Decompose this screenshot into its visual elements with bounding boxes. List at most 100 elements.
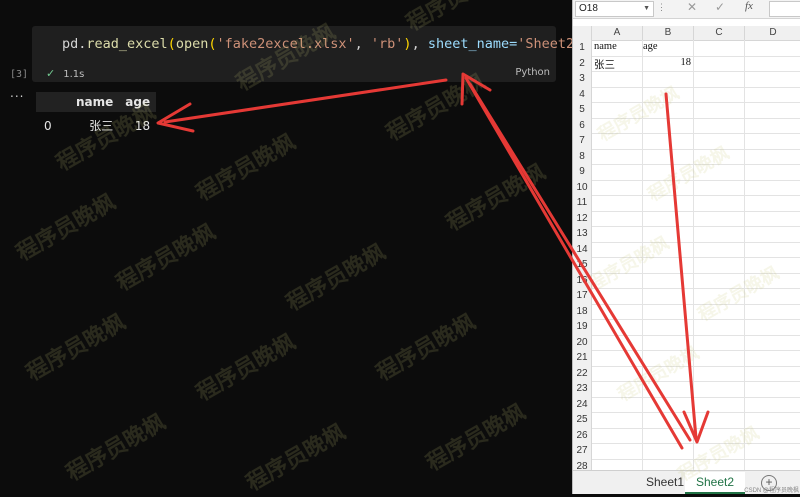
- row-number[interactable]: 25: [573, 412, 592, 428]
- sheet-row[interactable]: 23: [573, 381, 800, 398]
- watermark: 程序员晚枫: [112, 219, 221, 297]
- language-label[interactable]: Python: [515, 67, 550, 78]
- cell-name: 张三: [89, 119, 114, 133]
- sheet-row[interactable]: 1 name age: [573, 40, 800, 57]
- drag-handle-icon[interactable]: ⋮: [657, 2, 666, 13]
- row-number[interactable]: 27: [573, 443, 592, 459]
- row-number[interactable]: 8: [573, 148, 592, 164]
- row-number[interactable]: 17: [573, 288, 592, 304]
- success-check-icon: ✓: [46, 67, 56, 80]
- row-number[interactable]: 3: [573, 71, 592, 87]
- notebook-panel: [3] ... pd.read_excel(open('fake2excel.x…: [0, 0, 590, 496]
- sheet-row[interactable]: 12: [573, 210, 800, 227]
- sheet-row[interactable]: 4: [573, 86, 800, 103]
- more-actions[interactable]: ...: [10, 86, 24, 100]
- watermark-text: CSDN @程序员晚枫: [744, 488, 799, 494]
- sheet-row[interactable]: 16: [573, 272, 800, 289]
- row-number[interactable]: 1: [573, 40, 592, 56]
- sheet-row[interactable]: 3: [573, 71, 800, 88]
- watermark: 程序员晚枫: [192, 129, 301, 207]
- sheet-row[interactable]: 15: [573, 257, 800, 274]
- sheet-row[interactable]: 19: [573, 319, 800, 336]
- sheet-tab-sheet2[interactable]: Sheet2: [685, 472, 745, 494]
- dataframe-output: name age 0 张三 18: [36, 92, 157, 139]
- row-number[interactable]: 9: [573, 164, 592, 180]
- sheet-row[interactable]: 13: [573, 226, 800, 243]
- execution-count: [3]: [10, 69, 29, 80]
- row-number[interactable]: 11: [573, 195, 592, 211]
- sheet-row[interactable]: 22: [573, 365, 800, 382]
- watermark: 程序员晚枫: [22, 309, 131, 387]
- watermark: 程序员晚枫: [372, 309, 481, 387]
- watermark: 程序员晚枫: [62, 409, 171, 487]
- row-number[interactable]: 12: [573, 210, 592, 226]
- sheet-row[interactable]: 5: [573, 102, 800, 119]
- row-number[interactable]: 5: [573, 102, 592, 118]
- row-number[interactable]: 20: [573, 334, 592, 350]
- row-number[interactable]: 23: [573, 381, 592, 397]
- cell-a1[interactable]: name: [594, 41, 617, 52]
- row-index: 0: [44, 118, 52, 133]
- sheet-tab-sheet1[interactable]: Sheet1: [639, 472, 691, 492]
- cell-age: 18: [134, 118, 151, 133]
- sheet-row[interactable]: 20: [573, 334, 800, 351]
- index-header: [36, 92, 70, 112]
- row-number[interactable]: 16: [573, 272, 592, 288]
- insert-function-icon[interactable]: fx: [745, 0, 753, 12]
- row-number[interactable]: 10: [573, 179, 592, 195]
- select-all-corner[interactable]: [573, 26, 592, 41]
- column-header-b[interactable]: B: [643, 26, 694, 41]
- sheet-row[interactable]: 17: [573, 288, 800, 305]
- watermark: 程序员晚枫: [192, 329, 301, 407]
- row-number[interactable]: 26: [573, 427, 592, 443]
- column-header-age: age: [125, 95, 151, 109]
- row-number[interactable]: 18: [573, 303, 592, 319]
- row-number[interactable]: 15: [573, 257, 592, 273]
- code-text[interactable]: pd.read_excel(open('fake2excel.xlsx', 'r…: [62, 36, 590, 52]
- sheet-row[interactable]: 9: [573, 164, 800, 181]
- cell-status: ✓ 1.1s: [46, 67, 84, 80]
- column-header-name: name: [76, 95, 114, 109]
- row-number[interactable]: 21: [573, 350, 592, 366]
- cell-b1[interactable]: age: [643, 41, 658, 52]
- dataframe-header-row: name age: [36, 92, 157, 112]
- column-header-a[interactable]: A: [592, 26, 643, 41]
- formula-bar: O18 ▼ ⋮ ✕ ✓ fx: [573, 0, 800, 19]
- sheet-row[interactable]: 25: [573, 412, 800, 429]
- row-number[interactable]: 6: [573, 117, 592, 133]
- row-number[interactable]: 24: [573, 396, 592, 412]
- cell-b2[interactable]: 18: [673, 57, 692, 68]
- row-number[interactable]: 19: [573, 319, 592, 335]
- row-number[interactable]: 22: [573, 365, 592, 381]
- row-number[interactable]: 7: [573, 133, 592, 149]
- sheet-row[interactable]: 6: [573, 117, 800, 134]
- sheet-row[interactable]: 2 张三 18: [573, 55, 800, 72]
- sheet-row[interactable]: 14: [573, 241, 800, 258]
- enter-icon[interactable]: ✓: [715, 0, 725, 14]
- code-cell[interactable]: pd.read_excel(open('fake2excel.xlsx', 'r…: [32, 26, 590, 82]
- sheet-row[interactable]: 7: [573, 133, 800, 150]
- excel-window: O18 ▼ ⋮ ✕ ✓ fx A B C D 1 name age 2 张三 18 3 4 5 6 7…: [572, 0, 800, 494]
- sheet-row[interactable]: 11: [573, 195, 800, 212]
- sheet-row[interactable]: 10: [573, 179, 800, 196]
- row-number[interactable]: 14: [573, 241, 592, 257]
- row-number[interactable]: 2: [573, 55, 592, 71]
- sheet-row[interactable]: 27: [573, 443, 800, 460]
- row-number[interactable]: 13: [573, 226, 592, 242]
- cell-a2[interactable]: 张三: [594, 57, 615, 72]
- formula-input[interactable]: [769, 1, 800, 17]
- row-number[interactable]: 4: [573, 86, 592, 102]
- chevron-down-icon[interactable]: ▼: [643, 2, 650, 16]
- sheet-row[interactable]: 18: [573, 303, 800, 320]
- sheet-row[interactable]: 21: [573, 350, 800, 367]
- cancel-icon[interactable]: ✕: [687, 0, 697, 14]
- column-header-c[interactable]: C: [694, 26, 745, 41]
- sheet-row[interactable]: 26: [573, 427, 800, 444]
- sheet-row[interactable]: 24: [573, 396, 800, 413]
- watermark: 程序员晚枫: [282, 239, 391, 317]
- watermark: 程序员晚枫: [422, 399, 531, 477]
- sheet-row[interactable]: 8: [573, 148, 800, 165]
- column-header-d[interactable]: D: [745, 26, 800, 41]
- name-box[interactable]: O18 ▼: [575, 1, 654, 17]
- table-row: 0 张三 18: [36, 112, 156, 139]
